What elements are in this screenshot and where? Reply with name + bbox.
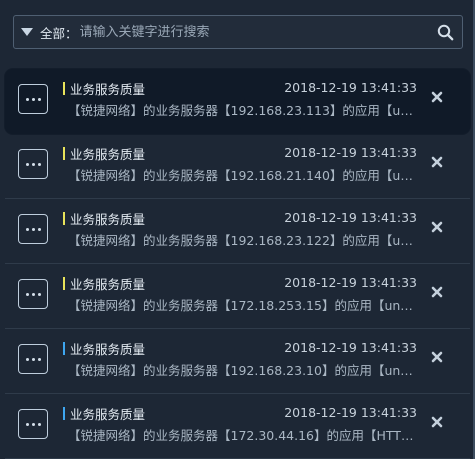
severity-indicator bbox=[63, 342, 65, 355]
item-title: 业务服务质量 bbox=[70, 277, 146, 292]
item-timestamp: 2018-12-19 13:41:33 bbox=[284, 145, 417, 160]
close-icon[interactable] bbox=[430, 350, 444, 364]
search-button[interactable] bbox=[428, 16, 462, 48]
item-description: 【锐捷网络】的业务服务器【192.168.23.122】的应用【unknown】 bbox=[68, 233, 417, 248]
search-bar: 全部： bbox=[13, 15, 463, 49]
search-icon bbox=[437, 24, 453, 40]
item-description: 【锐捷网络】的业务服务器【172.30.44.16】的应用【HTTP】体验 bbox=[68, 428, 417, 443]
more-icon bbox=[25, 227, 41, 231]
list-item[interactable]: 业务服务质量 2018-12-19 13:41:33 【锐捷网络】的业务服务器【… bbox=[5, 69, 470, 134]
more-button[interactable] bbox=[18, 214, 48, 244]
more-icon bbox=[25, 422, 41, 426]
filter-label: 全部： bbox=[40, 25, 78, 41]
item-title: 业务服务质量 bbox=[70, 147, 146, 162]
severity-indicator bbox=[63, 277, 65, 290]
item-title: 业务服务质量 bbox=[70, 342, 146, 357]
more-button[interactable] bbox=[18, 344, 48, 374]
severity-indicator bbox=[63, 147, 65, 160]
item-timestamp: 2018-12-19 13:41:33 bbox=[284, 405, 417, 420]
more-icon bbox=[25, 162, 41, 166]
close-icon[interactable] bbox=[430, 285, 444, 299]
severity-indicator bbox=[63, 212, 65, 225]
list-item[interactable]: 业务服务质量 2018-12-19 13:41:33 【锐捷网络】的业务服务器【… bbox=[5, 329, 470, 394]
more-button[interactable] bbox=[18, 409, 48, 439]
alert-panel: 全部： 业务服务质量 2018-12-19 13:41:33 【锐捷网络】的业务… bbox=[0, 0, 475, 459]
item-description: 【锐捷网络】的业务服务器【172.18.253.15】的应用【unknown】 bbox=[68, 298, 417, 313]
close-icon[interactable] bbox=[430, 155, 444, 169]
more-button[interactable] bbox=[18, 149, 48, 179]
more-button[interactable] bbox=[18, 279, 48, 309]
item-timestamp: 2018-12-19 13:41:33 bbox=[284, 210, 417, 225]
item-description: 【锐捷网络】的业务服务器【192.168.21.140】的应用【unknown】 bbox=[68, 168, 417, 183]
list-item[interactable]: 业务服务质量 2018-12-19 13:41:33 【锐捷网络】的业务服务器【… bbox=[5, 134, 470, 199]
item-description: 【锐捷网络】的业务服务器【192.168.23.113】的应用【unknown】 bbox=[68, 103, 417, 118]
more-icon bbox=[25, 292, 41, 296]
search-input[interactable] bbox=[77, 16, 428, 48]
alert-list: 业务服务质量 2018-12-19 13:41:33 【锐捷网络】的业务服务器【… bbox=[5, 69, 470, 459]
close-icon[interactable] bbox=[430, 415, 444, 429]
item-description: 【锐捷网络】的业务服务器【192.168.23.10】的应用【unknown】 bbox=[68, 363, 417, 378]
filter-dropdown[interactable]: 全部： bbox=[14, 16, 78, 48]
more-icon bbox=[25, 97, 41, 101]
list-item[interactable]: 业务服务质量 2018-12-19 13:41:33 【锐捷网络】的业务服务器【… bbox=[5, 264, 470, 329]
item-timestamp: 2018-12-19 13:41:33 bbox=[284, 80, 417, 95]
more-button[interactable] bbox=[18, 84, 48, 114]
close-icon[interactable] bbox=[430, 220, 444, 234]
item-title: 业务服务质量 bbox=[70, 82, 146, 97]
item-title: 业务服务质量 bbox=[70, 212, 146, 227]
severity-indicator bbox=[63, 82, 65, 95]
item-timestamp: 2018-12-19 13:41:33 bbox=[284, 340, 417, 355]
more-icon bbox=[25, 357, 41, 361]
list-item[interactable]: 业务服务质量 2018-12-19 13:41:33 【锐捷网络】的业务服务器【… bbox=[5, 199, 470, 264]
list-item[interactable]: 业务服务质量 2018-12-19 13:41:33 【锐捷网络】的业务服务器【… bbox=[5, 394, 470, 459]
caret-down-icon bbox=[21, 28, 33, 36]
close-icon[interactable] bbox=[430, 90, 444, 104]
severity-indicator bbox=[63, 407, 65, 420]
item-title: 业务服务质量 bbox=[70, 407, 146, 422]
item-timestamp: 2018-12-19 13:41:33 bbox=[284, 275, 417, 290]
